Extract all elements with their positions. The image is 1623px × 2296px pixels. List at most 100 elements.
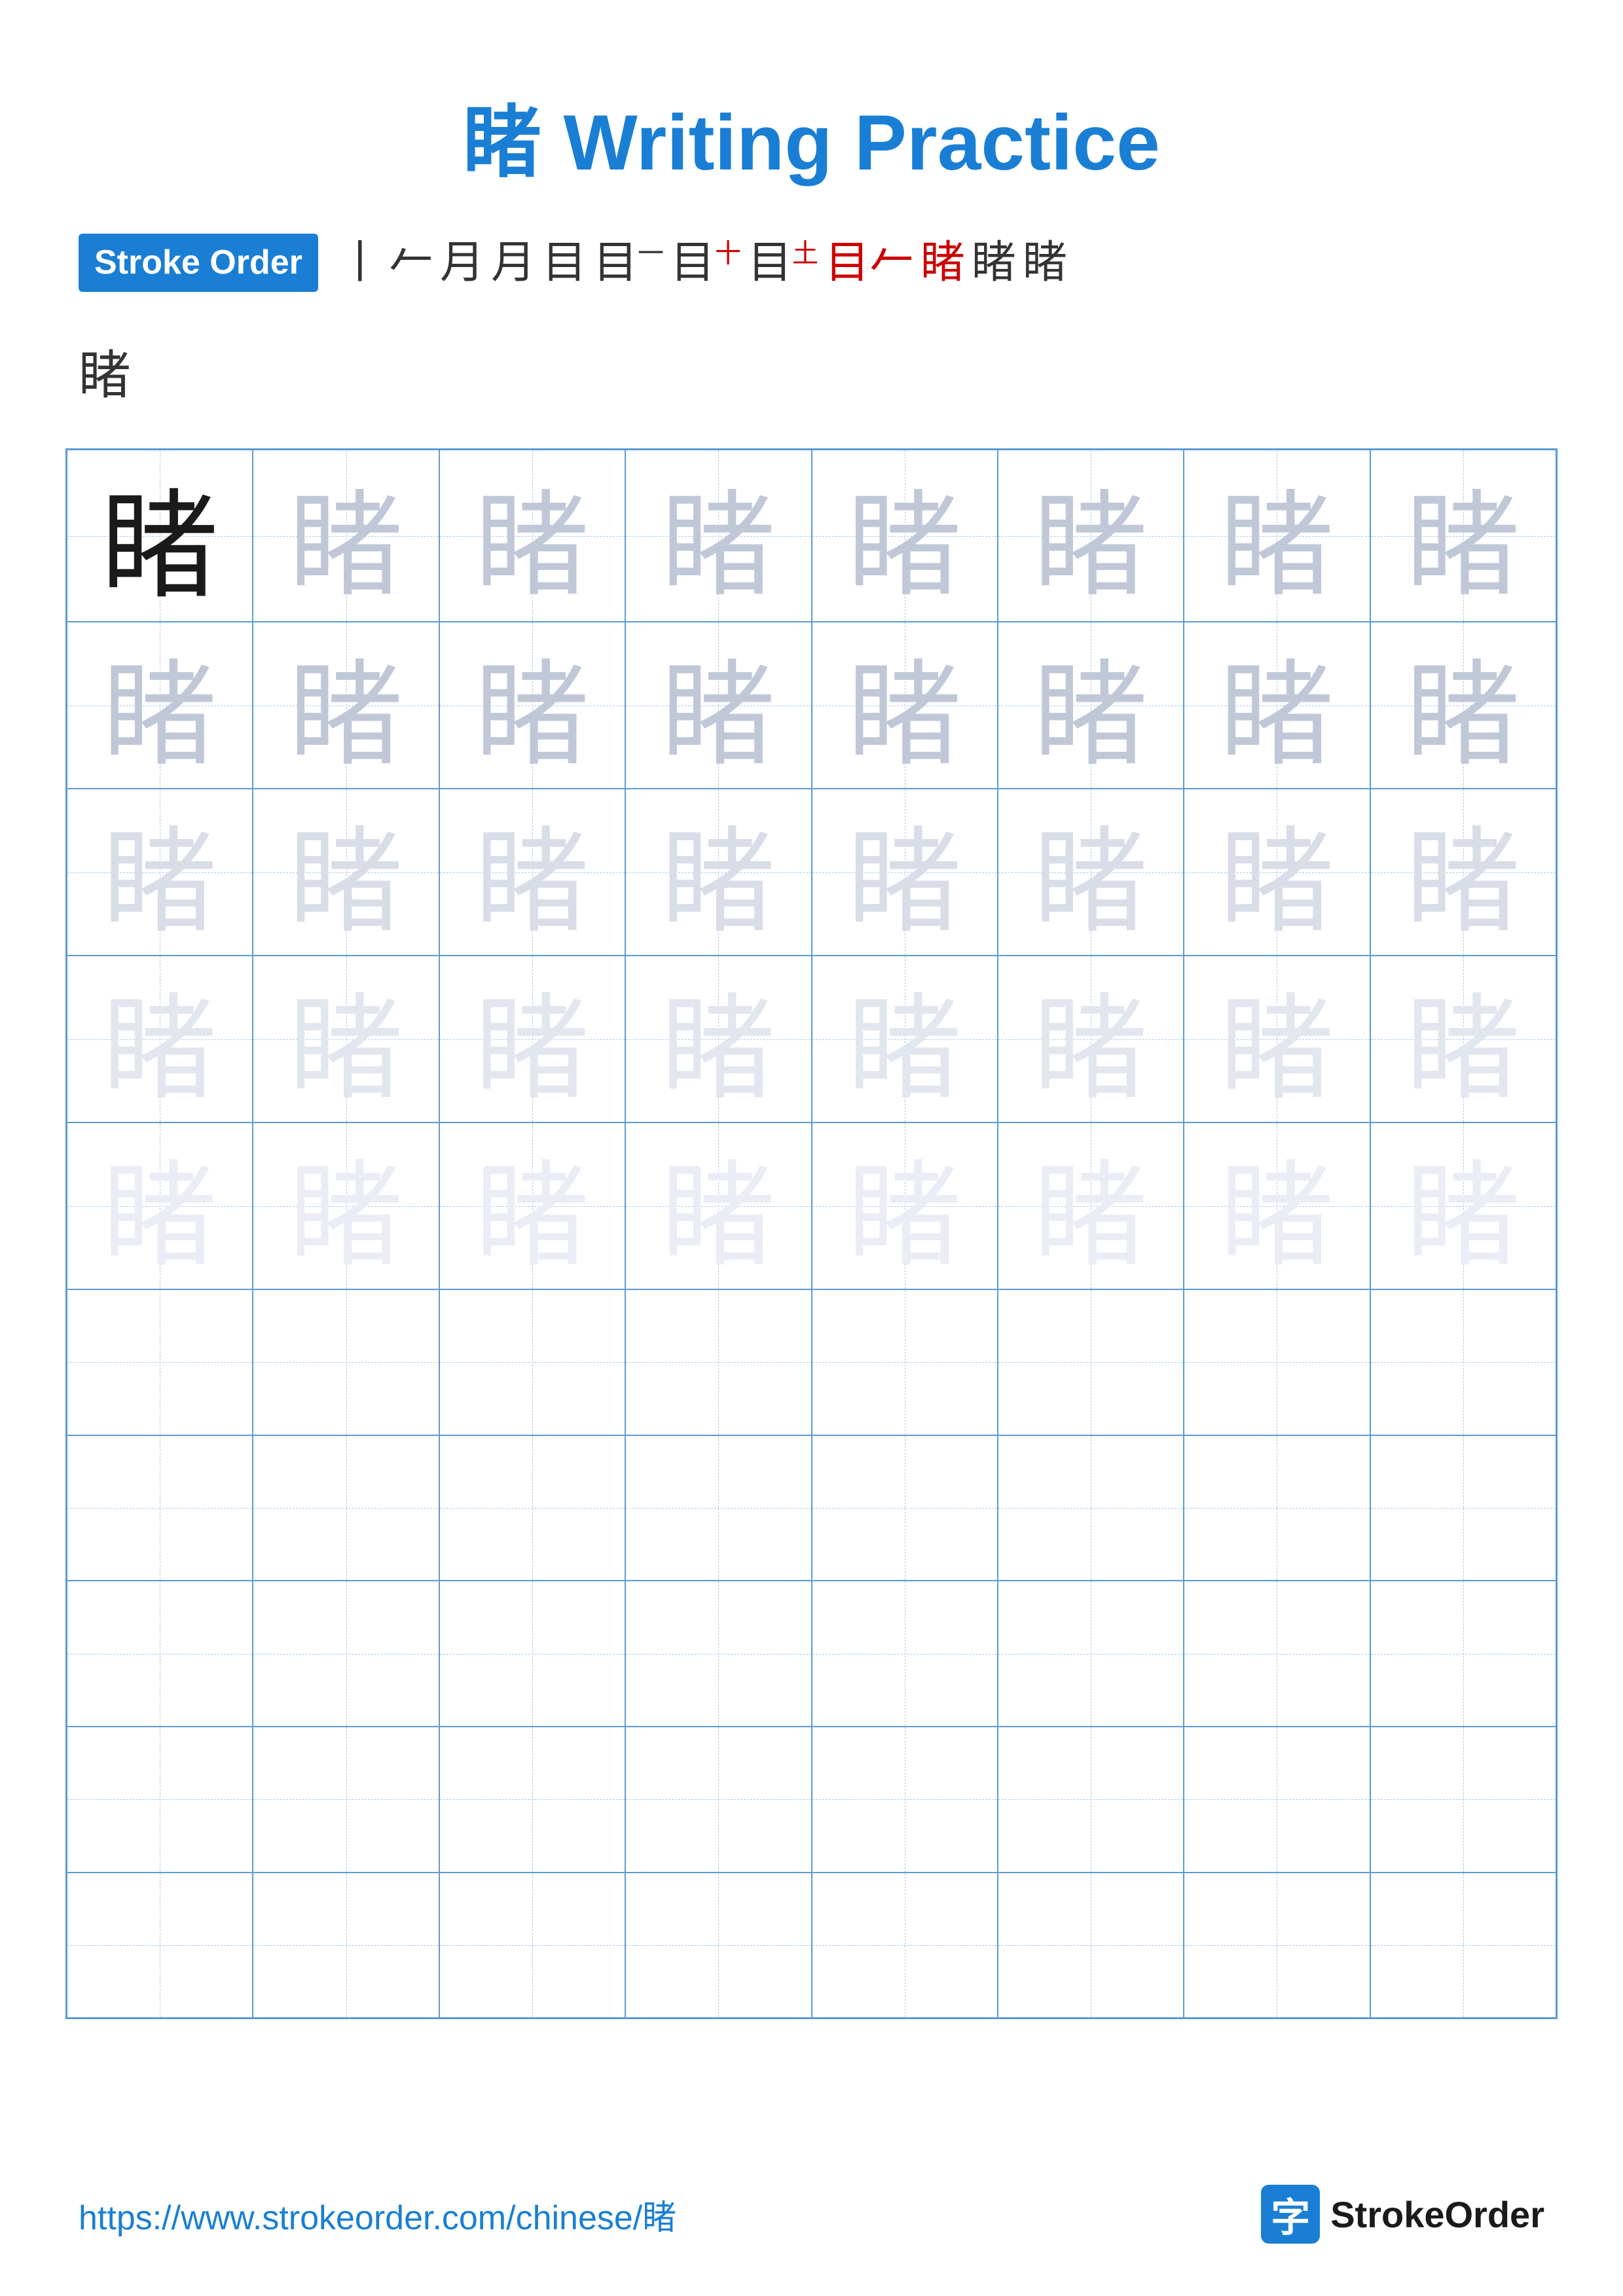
grid-cell[interactable] [1184,1581,1370,1727]
stroke-order-badge: Stroke Order [79,234,318,292]
grid-cell[interactable]: 睹 [1184,956,1370,1122]
grid-cell[interactable] [998,1289,1184,1435]
grid-cell[interactable] [998,1727,1184,1873]
grid-cell[interactable]: 睹 [625,622,811,789]
grid-cell[interactable]: 睹 [1370,622,1556,789]
footer: https://www.strokeorder.com/chinese/睹 字 … [79,2185,1544,2244]
practice-grid: 睹 睹 睹 睹 睹 睹 睹 睹 睹 睹 睹 睹 睹 睹 睹 睹 睹 睹 睹 睹 … [65,448,1558,2019]
grid-cell[interactable] [253,1873,439,2018]
grid-cell[interactable]: 睹 [625,450,811,622]
grid-cell[interactable] [1370,1873,1556,2018]
grid-cell[interactable] [1370,1581,1556,1727]
grid-cell[interactable]: 睹 [812,450,998,622]
grid-cell[interactable]: 睹 [1184,622,1370,789]
grid-cell[interactable] [1184,1873,1370,2018]
stroke-order-section: Stroke Order 丨 𠂉 月 月 目 目一 目十 目土 目𠂉 睹 睹 睹 [0,232,1623,294]
grid-cell[interactable] [1184,1727,1370,1873]
grid-cell[interactable] [253,1727,439,1873]
stroke-step-8: 目土 [748,232,818,294]
grid-cell[interactable]: 睹 [998,1122,1184,1289]
grid-cell[interactable]: 睹 [625,1122,811,1289]
grid-cell[interactable]: 睹 [812,622,998,789]
grid-cell[interactable]: 睹 [1370,956,1556,1122]
grid-cell[interactable]: 睹 [67,789,253,956]
grid-cell[interactable] [439,1873,625,2018]
stroke-step-6: 目一 [593,232,664,294]
page-title: 睹 Writing Practice [0,0,1623,232]
grid-cell[interactable] [439,1581,625,1727]
grid-cell[interactable]: 睹 [253,789,439,956]
grid-cell[interactable]: 睹 [439,1122,625,1289]
grid-cell[interactable]: 睹 [1370,450,1556,622]
grid-cell[interactable] [998,1873,1184,2018]
grid-cell[interactable] [67,1873,253,2018]
grid-cell[interactable] [625,1289,811,1435]
grid-cell[interactable] [439,1435,625,1581]
grid-cell[interactable] [67,1289,253,1435]
grid-cell[interactable]: 睹 [812,1122,998,1289]
grid-cell[interactable]: 睹 [812,789,998,956]
grid-cell[interactable] [812,1581,998,1727]
grid-cell[interactable]: 睹 [998,789,1184,956]
stroke-final-char: 睹 [0,333,1623,409]
footer-brand-name: StrokeOrder [1330,2193,1544,2236]
grid-cell[interactable]: 睹 [439,450,625,622]
grid-cell[interactable]: 睹 [67,1122,253,1289]
grid-cell[interactable]: 睹 [998,622,1184,789]
stroke-step-9: 目𠂉 [825,232,914,294]
grid-cell[interactable] [67,1435,253,1581]
grid-cell[interactable]: 睹 [1184,789,1370,956]
grid-cell[interactable]: 睹 [253,622,439,789]
grid-cell[interactable] [998,1581,1184,1727]
grid-cell[interactable]: 睹 [253,1122,439,1289]
stroke-step-3: 月 [440,232,484,294]
stroke-step-10: 睹 [921,232,965,294]
footer-url[interactable]: https://www.strokeorder.com/chinese/睹 [79,2190,676,2239]
grid-cell[interactable] [1370,1289,1556,1435]
stroke-step-4: 月 [491,232,536,294]
grid-cell[interactable]: 睹 [998,450,1184,622]
grid-cell[interactable]: 睹 [67,622,253,789]
grid-cell[interactable]: 睹 [1370,1122,1556,1289]
grid-cell[interactable]: 睹 [439,622,625,789]
grid-cell[interactable] [253,1289,439,1435]
stroke-step-2: 𠂉 [389,232,433,294]
grid-cell[interactable]: 睹 [625,789,811,956]
grid-cell[interactable] [812,1873,998,2018]
grid-cell[interactable] [253,1581,439,1727]
stroke-step-11: 睹 [972,232,1016,294]
grid-cell[interactable]: 睹 [812,956,998,1122]
grid-cell[interactable]: 睹 [1184,1122,1370,1289]
stroke-step-7: 目十 [670,232,741,294]
stroke-step-5: 目 [542,232,587,294]
grid-cell[interactable] [625,1873,811,2018]
grid-cell[interactable]: 睹 [67,956,253,1122]
grid-cell[interactable] [1184,1435,1370,1581]
grid-cell[interactable]: 睹 [1370,789,1556,956]
grid-cell[interactable] [253,1435,439,1581]
grid-cell[interactable] [625,1435,811,1581]
grid-cell[interactable]: 睹 [253,956,439,1122]
grid-cell[interactable] [439,1289,625,1435]
grid-cell[interactable]: 睹 [625,956,811,1122]
grid-cell[interactable] [998,1435,1184,1581]
grid-cell[interactable] [67,1727,253,1873]
footer-brand: 字 StrokeOrder [1261,2185,1544,2244]
grid-cell[interactable] [625,1581,811,1727]
grid-cell[interactable] [625,1727,811,1873]
grid-cell[interactable] [1370,1727,1556,1873]
grid-cell[interactable]: 睹 [998,956,1184,1122]
grid-cell[interactable] [812,1435,998,1581]
grid-cell[interactable]: 睹 [439,789,625,956]
grid-cell[interactable] [67,1581,253,1727]
grid-cell[interactable] [1184,1289,1370,1435]
grid-cell[interactable] [812,1289,998,1435]
grid-cell[interactable]: 睹 [67,450,253,622]
grid-cell[interactable]: 睹 [253,450,439,622]
grid-cell[interactable] [1370,1435,1556,1581]
grid-cell[interactable] [812,1727,998,1873]
grid-cell[interactable]: 睹 [1184,450,1370,622]
grid-cell[interactable] [439,1727,625,1873]
footer-logo-icon: 字 [1261,2185,1320,2244]
grid-cell[interactable]: 睹 [439,956,625,1122]
